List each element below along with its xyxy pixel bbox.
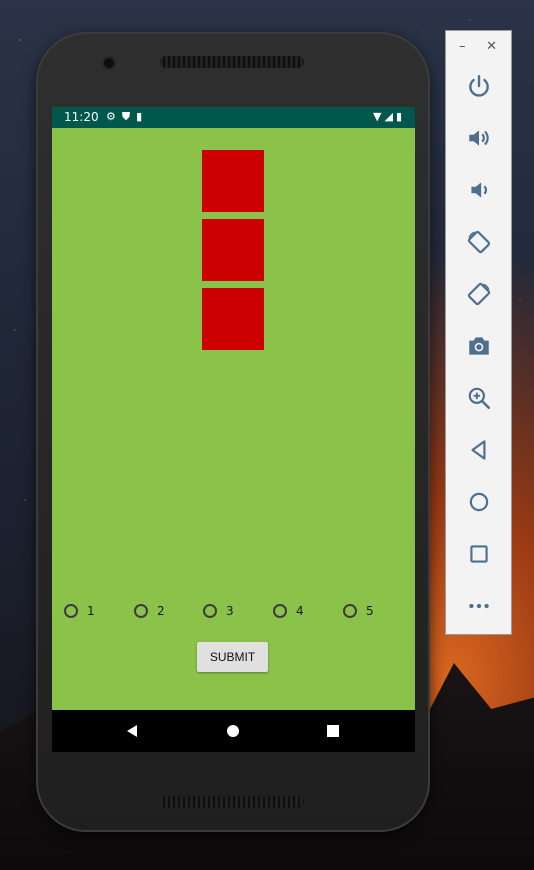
nav-home-button[interactable] [213,710,253,752]
rotate-left-icon [467,230,491,254]
radio-label: 4 [296,604,304,618]
home-icon [469,492,489,512]
panel-overview-button[interactable] [464,539,494,569]
device-screen: 11:20 ⚙⛊▮ ▼◢▮ 1 2 3 4 5 SUBMIT [52,107,415,752]
radio-option-2[interactable]: 2 [134,601,165,621]
zoom-button[interactable] [464,383,494,413]
radio-button[interactable] [203,604,217,618]
volume-down-button[interactable] [464,175,494,205]
back-icon [471,440,486,460]
minimize-button[interactable]: – [459,39,466,54]
status-left-icons: ⚙⛊▮ [106,110,148,124]
radio-button[interactable] [134,604,148,618]
gear-icon: ⚙ [106,110,122,123]
camera-icon [469,337,489,355]
front-camera [104,58,114,68]
sd-card-icon: ▮ [136,110,149,123]
volume-up-button[interactable] [464,123,494,153]
radio-option-1[interactable]: 1 [64,601,95,621]
panel-home-button[interactable] [464,487,494,517]
status-right-icons: ▼◢▮ [373,110,405,123]
volume-up-icon [469,130,489,146]
overview-icon [327,725,339,737]
signal-icon: ◢ [384,110,396,123]
battery-charging-icon: ▮ [395,110,405,123]
radio-button[interactable] [64,604,78,618]
radio-label: 5 [366,604,374,618]
back-icon [127,725,137,737]
power-button[interactable] [464,71,494,101]
rotate-left-button[interactable] [464,227,494,257]
more-button[interactable] [464,591,494,621]
radio-option-4[interactable]: 4 [273,601,304,621]
more-icon [469,603,489,609]
power-icon [469,75,489,97]
nav-back-button[interactable] [112,710,152,752]
radio-option-5[interactable]: 5 [343,601,374,621]
navigation-bar [52,710,415,752]
zoom-icon [468,387,491,410]
radio-label: 2 [157,604,165,618]
overview-icon [470,545,488,563]
red-box [202,288,264,350]
emulator-side-panel: – ✕ [445,30,512,635]
radio-button[interactable] [343,604,357,618]
screenshot-button[interactable] [464,331,494,361]
status-bar: 11:20 ⚙⛊▮ ▼◢▮ [52,107,415,128]
red-box [202,219,264,281]
radio-option-3[interactable]: 3 [203,601,234,621]
radio-label: 1 [87,604,95,618]
close-button[interactable]: ✕ [486,39,497,54]
rotate-right-button[interactable] [464,279,494,309]
panel-back-button[interactable] [464,435,494,465]
wifi-icon: ▼ [373,110,385,123]
radio-group: 1 2 3 4 5 [64,601,404,621]
nav-overview-button[interactable] [313,710,353,752]
red-box [202,150,264,212]
rotate-right-icon [467,282,491,306]
bottom-speaker [160,796,304,808]
top-speaker [160,56,304,68]
volume-down-icon [471,182,487,198]
submit-button[interactable]: SUBMIT [197,642,268,672]
panel-header: – ✕ [446,39,511,55]
status-time: 11:20 [64,110,99,124]
radio-button[interactable] [273,604,287,618]
home-icon [227,725,239,737]
radio-label: 3 [226,604,234,618]
shield-icon: ⛊ [121,110,137,123]
